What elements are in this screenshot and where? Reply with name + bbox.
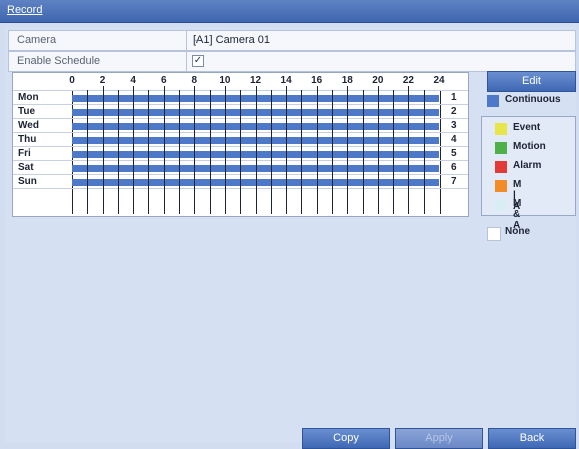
hour-gridline [179,90,181,214]
hour-tick-label: 8 [191,75,198,86]
legend-label: None [505,226,530,237]
edit-button[interactable]: Edit [487,71,576,92]
camera-select[interactable]: [A1] Camera 01 ⌄ [186,31,575,50]
hour-gridline [163,86,165,214]
hour-tick-label: 2 [99,75,106,86]
day-number: 4 [451,134,457,145]
chevron-down-icon: ⌄ [193,34,202,45]
hour-tick-label: 12 [249,75,262,86]
schedule-grid[interactable]: 0 2 4 6 8 10 12 14 16 18 20 22 24 Mon 1 Tue 2 Wed 3 Thu 4 Fr… [12,72,469,217]
enable-schedule-label: Enable Schedule [17,55,101,67]
legend-swatch [495,161,507,173]
hour-tick-label: 24 [433,75,445,86]
day-number: 6 [451,162,457,173]
day-label: Sat [18,162,34,173]
continuous-swatch [487,95,499,107]
hour-tick-label: 6 [160,75,167,86]
hour-tick-label: 18 [341,75,353,86]
hour-tick-label: 20 [372,75,384,86]
legend-swatch [495,199,507,211]
hour-gridline [316,86,318,214]
day-label: Tue [18,106,36,117]
day-number: 2 [451,106,457,117]
day-label: Fri [18,148,31,159]
hour-tick-label: 16 [311,75,323,86]
camera-row: Camera [A1] Camera 01 ⌄ [8,30,576,51]
hour-gridline [270,90,272,214]
hour-gridline [286,86,288,214]
day-number: 3 [451,120,457,131]
legend-continuous: Continuous [481,94,574,110]
day-number: 7 [451,176,457,187]
hour-gridline [255,86,257,214]
hour-gridline [224,86,226,214]
hour-gridline [393,90,395,214]
hour-tick-label: 10 [219,75,231,86]
camera-label: Camera [17,34,57,46]
legend-label: Continuous [505,94,561,105]
hour-tick-label: 14 [280,75,292,86]
hour-gridline [301,90,303,214]
hour-gridline [117,90,119,214]
hour-gridline [194,86,196,214]
hour-axis: 0 2 4 6 8 10 12 14 16 18 20 22 24 [13,73,468,91]
hour-gridline [148,90,150,214]
window-title: Record [7,4,43,16]
legend-swatch [495,123,507,135]
hour-gridline [240,90,242,214]
hour-gridline [133,86,135,214]
legend-none: None [481,226,574,242]
day-label: Thu [18,134,37,145]
title-bar: Record [0,0,579,23]
hour-gridline [331,90,333,214]
hour-gridline [377,86,379,214]
day-label: Mon [18,92,39,103]
enable-schedule-checkbox[interactable]: ✓ [192,55,204,67]
hour-tick-label: 0 [69,75,75,86]
day-label: Sun [18,176,37,187]
hour-gridline [102,86,104,214]
day-number: 1 [451,92,457,103]
hour-gridline [209,90,211,214]
hour-tick-label: 22 [402,75,414,86]
legend-label: Alarm [513,160,542,171]
enable-schedule-row: Enable Schedule ✓ [8,51,576,72]
hour-gridline [362,90,364,214]
hour-tick-label: 4 [130,75,136,86]
legend-label: Event [513,122,541,133]
day-number: 5 [451,148,457,159]
enable-schedule-value: ✓ [186,52,575,71]
hour-gridline [423,90,425,214]
legend-swatch [495,142,507,154]
hour-gridline [347,86,349,214]
legend-panel: Event Motion Alarm M | AM & A [481,116,576,231]
legend-swatch [495,180,507,192]
none-swatch [487,227,501,241]
legend-label: Motion [513,141,546,152]
hour-gridline [87,90,89,214]
day-label: Wed [18,120,39,131]
hour-gridline [408,86,410,214]
